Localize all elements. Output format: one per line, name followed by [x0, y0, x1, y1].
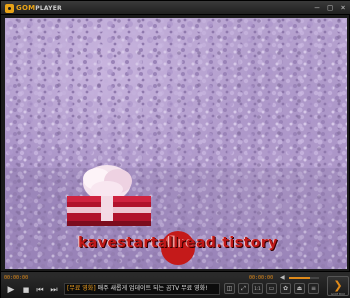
gom-box-label: GOM BOX	[330, 292, 346, 296]
watermark: kavestartallread.tistory	[63, 227, 293, 267]
minimize-button[interactable]: –	[312, 3, 322, 12]
volume-icon: ◀	[280, 274, 285, 281]
previous-button[interactable]: ⏮	[34, 284, 46, 296]
news-ticker[interactable]: [무료 영화] 매주 새롭게 업데이트 되는 곰TV 무료 영화!	[64, 283, 220, 295]
fullscreen-icon[interactable]: ⤢	[238, 283, 249, 294]
menu-icon[interactable]: ≡	[308, 283, 319, 294]
close-button[interactable]: ×	[338, 3, 348, 12]
ticker-text: 매주 새롭게 업데이트 되는 곰TV 무료 영화!	[97, 285, 208, 292]
effects-icon[interactable]: ✿	[280, 283, 291, 294]
next-button[interactable]: ⏭	[48, 284, 60, 296]
control-bar: 00:00:00 00:00:00 ▶ ■ ⏮ ⏭ [무료 영화] 매주 새롭게…	[1, 274, 350, 298]
player-window: GOMPLAYER – □ × kavestartallread.tistory…	[0, 0, 350, 298]
video-area[interactable]: kavestartallread.tistory	[5, 18, 347, 269]
total-time: 00:00:00	[249, 275, 274, 281]
maximize-button[interactable]: □	[325, 3, 335, 12]
logo-sub: PLAYER	[35, 5, 62, 12]
logo-icon	[5, 3, 14, 13]
logo-main: GOM	[16, 4, 36, 12]
app-logo[interactable]: GOMPLAYER	[5, 3, 62, 13]
chevron-right-icon: ❯	[333, 279, 343, 292]
gom-box-button[interactable]: ❯ GOM BOX	[327, 276, 349, 296]
play-button[interactable]: ▶	[5, 284, 17, 296]
window-controls: – □ ×	[312, 3, 348, 12]
watermark-text: kavestartallread.tistory	[78, 235, 278, 251]
title-bar[interactable]: GOMPLAYER – □ ×	[1, 1, 350, 15]
ratio-icon[interactable]: 1:1	[252, 283, 263, 294]
gift-box-image	[67, 165, 151, 226]
screen-mode-icon[interactable]: ◫	[224, 283, 235, 294]
eject-icon[interactable]: ⏏	[294, 283, 305, 294]
volume-fill	[289, 277, 310, 279]
volume-slider[interactable]	[289, 276, 319, 280]
stop-button[interactable]: ■	[20, 284, 32, 296]
ticker-tag: [무료 영화]	[67, 285, 96, 292]
playlist-icon[interactable]: ▭	[266, 283, 277, 294]
elapsed-time: 00:00:00	[4, 275, 29, 281]
